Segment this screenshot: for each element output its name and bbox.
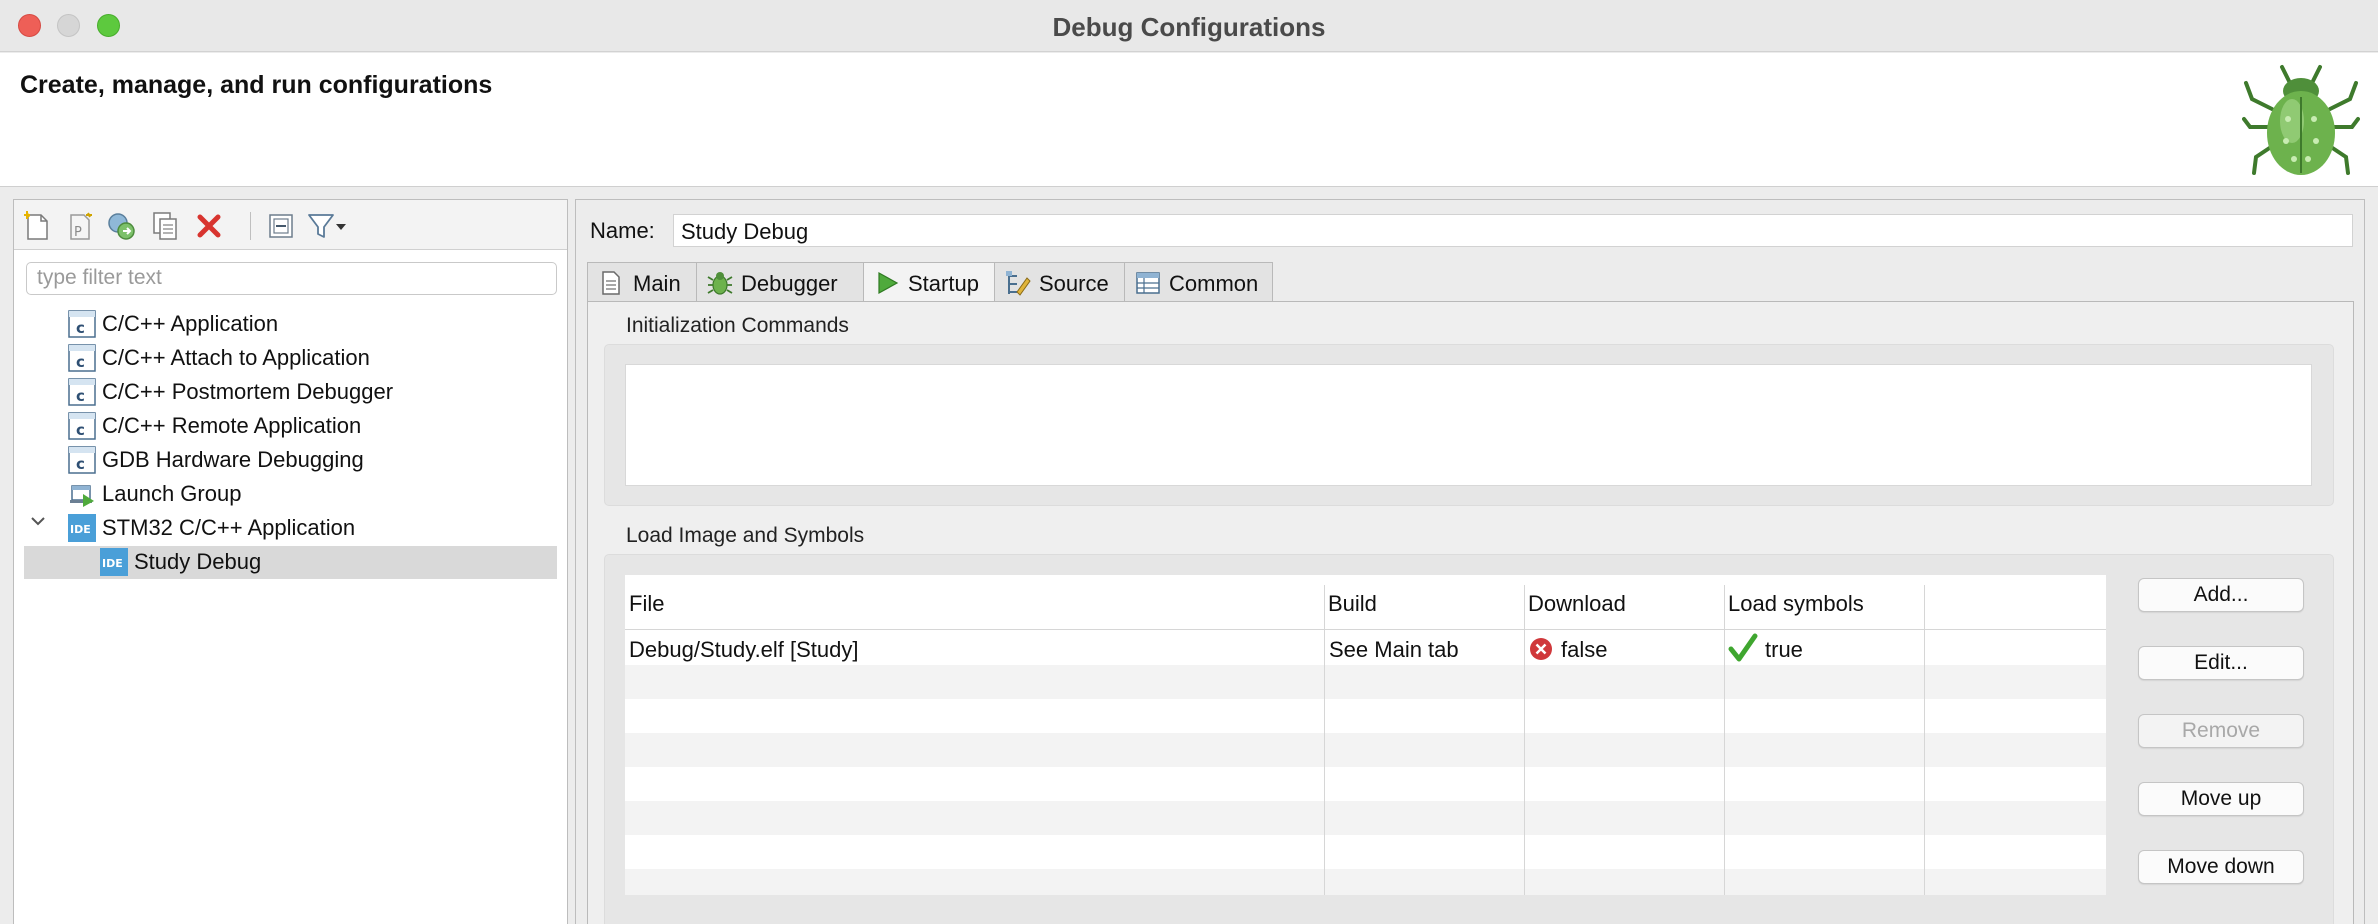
collapse-all-icon[interactable] [264,209,298,243]
filter-input[interactable]: type filter text [26,262,557,295]
new-config-icon[interactable] [20,209,54,243]
ide-badge-icon: IDE [100,548,128,576]
init-commands-textarea[interactable] [625,364,2312,486]
load-image-label: Load Image and Symbols [626,524,865,547]
duplicate-icon[interactable] [148,209,182,243]
column-header-file[interactable]: File [625,575,1325,630]
remove-button[interactable]: Remove [2138,714,2304,748]
tab-label: Main [633,271,681,296]
tree-item-label: C/C++ Postmortem Debugger [102,379,394,404]
chevron-down-icon[interactable] [28,511,48,531]
tree-item-label: GDB Hardware Debugging [102,447,364,472]
svg-text:c: c [76,319,85,337]
svg-text:c: c [76,455,85,473]
table-row-empty [625,869,2106,895]
tab-common[interactable]: Common [1124,262,1273,302]
ide-badge-icon: IDE [68,514,96,542]
tree-toolbar: P [14,200,567,250]
cell-build: See Main tab [1329,637,1459,662]
delete-icon[interactable] [192,209,226,243]
tab-label: Debugger [741,271,838,296]
move-up-button[interactable]: Move up [2138,782,2304,816]
load-image-table: File Build Download Load symbols Debug/S… [625,575,2106,895]
tree-item-label: Study Debug [134,549,262,574]
dialog-header: Create, manage, and run configurations [0,53,2378,187]
debugger-bug-icon [707,272,733,295]
tab-source[interactable]: Source [994,262,1125,302]
c-config-icon: c [68,310,96,338]
startup-tab-content: Initialization Commands Load Image and S… [587,301,2354,924]
tree-item-label: Launch Group [102,481,242,506]
tab-debugger[interactable]: Debugger [696,262,864,302]
configuration-tree-panel: P type filter text c C/C++ Application c… [13,199,568,924]
c-config-icon: c [68,412,96,440]
svg-text:c: c [76,353,85,371]
name-label: Name: [590,218,655,243]
column-divider [1524,585,1525,895]
configuration-editor-panel: Name: Study Debug Main Debugger Startup [575,199,2365,924]
c-config-icon: c [68,344,96,372]
error-x-icon[interactable] [1529,637,1553,661]
tab-startup[interactable]: Startup [863,262,995,302]
header-description: Create, manage, and run configurations [20,71,493,99]
column-header-build[interactable]: Build [1324,575,1524,630]
table-row-empty [625,665,2106,699]
toolbar-separator [250,212,251,240]
svg-text:c: c [76,421,85,439]
debug-bug-icon [2242,65,2360,175]
common-table-icon [1136,272,1160,294]
startup-play-icon [878,271,899,295]
svg-text:P: P [74,225,82,240]
move-down-button[interactable]: Move down [2138,850,2304,884]
init-commands-label: Initialization Commands [626,314,849,337]
svg-text:IDE: IDE [70,523,91,536]
tab-label: Startup [908,271,979,296]
checkmark-icon[interactable] [1728,633,1758,663]
column-header-load-symbols[interactable]: Load symbols [1724,575,1924,630]
tab-main[interactable]: Main [587,262,697,302]
c-config-icon: c [68,446,96,474]
source-lookup-icon [1006,271,1031,296]
tree-item-label: C/C++ Application [102,311,279,336]
column-divider [1924,585,1925,895]
launch-group-icon [70,485,94,507]
tab-label: Source [1039,271,1109,296]
column-header-empty [1924,575,2106,630]
cell-load-symbols: true [1765,637,1803,662]
tab-label: Common [1169,271,1259,296]
tree-item-label: C/C++ Attach to Application [102,345,370,370]
tree-item-label: C/C++ Remote Application [102,413,362,438]
svg-text:IDE: IDE [102,557,123,570]
c-config-icon: c [68,378,96,406]
column-header-download[interactable]: Download [1524,575,1724,630]
main-tab-icon [602,271,620,295]
column-divider [1324,585,1325,895]
column-divider [1724,585,1725,895]
dropdown-arrow-icon[interactable] [332,209,352,243]
tree-item-label: STM32 C/C++ Application [102,515,356,540]
table-row-empty [625,733,2106,767]
cell-download: false [1561,637,1608,662]
config-name-field[interactable]: Study Debug [673,214,2353,247]
title-bar: Debug Configurations [0,0,2378,52]
table-row-empty [625,801,2106,835]
export-icon[interactable] [104,209,138,243]
edit-button[interactable]: Edit... [2138,646,2304,680]
add-button[interactable]: Add... [2138,578,2304,612]
svg-text:c: c [76,387,85,405]
window-title: Debug Configurations [1052,12,1326,42]
new-prototype-icon[interactable]: P [62,209,96,243]
cell-file: Debug/Study.elf [Study] [629,637,859,662]
